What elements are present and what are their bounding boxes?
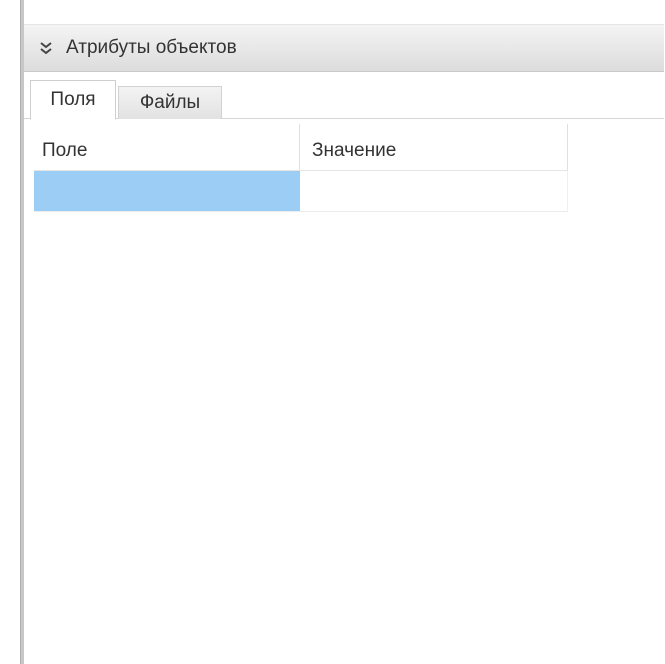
double-chevron-down-icon[interactable] bbox=[36, 38, 56, 58]
object-attributes-panel: Атрибуты объектов Поля Файлы Поле Значен… bbox=[24, 0, 665, 664]
column-header-field[interactable]: Поле bbox=[34, 124, 300, 170]
column-header-value[interactable]: Значение bbox=[300, 124, 568, 170]
window: Атрибуты объектов Поля Файлы Поле Значен… bbox=[0, 0, 665, 664]
value-cell[interactable] bbox=[300, 171, 568, 211]
panel-title: Атрибуты объектов bbox=[66, 37, 237, 58]
panel-header[interactable]: Атрибуты объектов bbox=[24, 24, 664, 72]
field-cell[interactable] bbox=[34, 171, 300, 211]
tab-strip: Поля Файлы bbox=[24, 80, 664, 120]
tab-fields[interactable]: Поля bbox=[30, 80, 116, 120]
grid-header: Поле Значение bbox=[34, 124, 568, 171]
attributes-grid: Поле Значение bbox=[34, 124, 568, 212]
tab-files[interactable]: Файлы bbox=[118, 86, 222, 119]
table-row[interactable] bbox=[34, 171, 568, 212]
